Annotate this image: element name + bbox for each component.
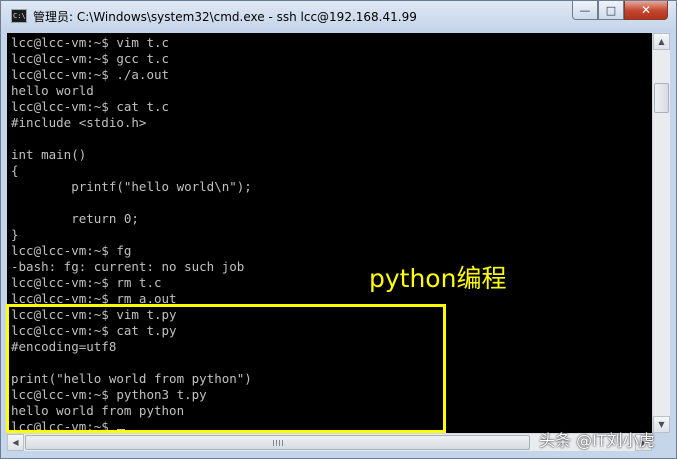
title-bar[interactable]: C:\ 管理员: C:\Windows\system32\cmd.exe - s…: [1, 1, 676, 33]
window-title: 管理员: C:\Windows\system32\cmd.exe - ssh l…: [33, 10, 417, 24]
close-button[interactable]: ✕: [624, 1, 668, 20]
terminal-line: lcc@lcc-vm:~$ cat t.c: [11, 99, 170, 114]
terminal-line: }: [11, 227, 19, 242]
terminal-line: hello world: [11, 83, 94, 98]
cmd-app-icon[interactable]: C:\: [11, 9, 27, 23]
horizontal-scroll-thumb[interactable]: [25, 435, 530, 450]
python-annotation-label: python编程: [369, 264, 507, 293]
vertical-scroll-thumb[interactable]: [654, 83, 669, 113]
terminal-line: printf("hello world\n");: [11, 179, 252, 194]
watermark: 头条 @IT刘小虎: [539, 431, 655, 450]
scroll-up-arrow-icon[interactable]: ▲: [653, 33, 670, 50]
terminal-line: lcc@lcc-vm:~$ fg: [11, 243, 132, 258]
terminal-line: lcc@lcc-vm:~$ ./a.out: [11, 67, 170, 82]
scroll-left-arrow-icon[interactable]: ◀: [7, 434, 24, 451]
minimize-button[interactable]: —: [572, 1, 598, 20]
terminal-line: lcc@lcc-vm:~$ rm t.c: [11, 275, 162, 290]
scroll-grip-icon: [273, 440, 283, 446]
terminal-line: lcc@lcc-vm:~$ vim t.c: [11, 35, 170, 50]
cmd-window: C:\ 管理员: C:\Windows\system32\cmd.exe - s…: [0, 0, 677, 459]
scroll-down-arrow-icon[interactable]: ▼: [653, 416, 670, 433]
vertical-scrollbar[interactable]: ▲ ▼: [652, 33, 670, 433]
python-highlight-box: [6, 304, 446, 433]
terminal-line: int main(): [11, 147, 87, 162]
terminal-line: -bash: fg: current: no such job: [11, 259, 245, 274]
terminal-line: {: [11, 163, 19, 178]
terminal-line: return 0;: [11, 211, 139, 226]
terminal-line: #include <stdio.h>: [11, 115, 147, 130]
window-controls: — □ ✕: [572, 1, 668, 21]
maximize-button[interactable]: □: [598, 1, 624, 20]
terminal-line: lcc@lcc-vm:~$ gcc t.c: [11, 51, 170, 66]
